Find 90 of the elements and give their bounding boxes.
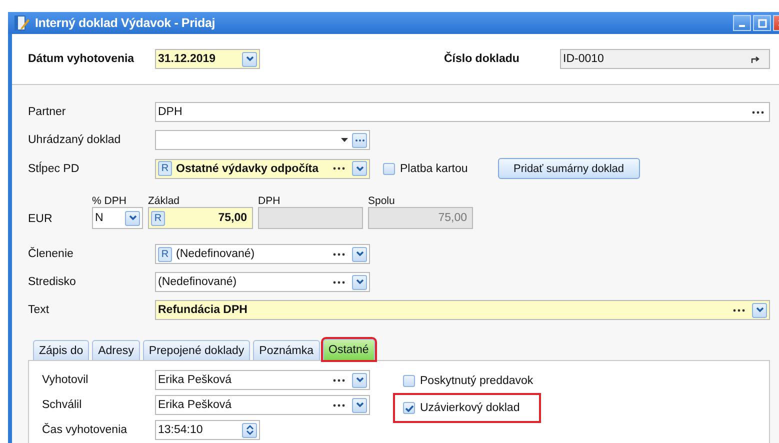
chevron-down-icon (756, 307, 764, 313)
chevron-down-icon (356, 251, 364, 257)
center-field[interactable]: (Nedefinované) (155, 272, 370, 292)
field-value: Refundácia DPH (158, 304, 248, 316)
field-label: Stĺpec PD (28, 162, 80, 174)
dropdown-button[interactable] (352, 246, 367, 262)
add-summary-button[interactable]: Pridať sumárny doklad (498, 158, 640, 179)
field-value: 75,00 (217, 212, 248, 224)
field-value: (Nedefinované) (176, 248, 256, 260)
vat-rate-select[interactable]: N (92, 207, 143, 229)
chevron-down-icon (128, 215, 136, 221)
more-icon[interactable] (333, 404, 345, 406)
dropdown-button[interactable] (352, 161, 367, 176)
person-field[interactable]: Erika Pešková (155, 395, 370, 415)
more-icon[interactable] (333, 280, 345, 284)
field-value: 75,00 (437, 212, 468, 224)
arrow-icon[interactable] (751, 54, 761, 64)
column-label: % DPH (92, 195, 128, 207)
chevron-down-icon (356, 377, 364, 383)
more-icon[interactable] (733, 308, 745, 312)
field-label: Text (28, 304, 50, 316)
tab[interactable]: Prepojené doklady (142, 340, 250, 360)
spinner-arrows-icon[interactable] (246, 425, 254, 435)
field-value: Erika Pešková (158, 399, 233, 411)
dropdown-button[interactable] (352, 372, 367, 388)
field-value: 13:54:10 (158, 424, 204, 436)
maximize-button[interactable] (753, 15, 771, 31)
more-icon[interactable] (752, 110, 764, 114)
card-payment-checkbox[interactable] (383, 162, 395, 174)
more-icon[interactable] (333, 252, 345, 256)
checkbox-label: Platba kartou (400, 162, 468, 174)
chevron-down-icon (356, 279, 364, 285)
field-value: (Nedefinované) (158, 276, 238, 288)
currency-label: EUR (28, 213, 54, 225)
field-label: Schválil (42, 399, 83, 411)
field-label: Stredisko (28, 276, 77, 288)
person-field[interactable]: Erika Pešková (155, 370, 370, 390)
type-badge: R (151, 210, 165, 226)
field-value: N (95, 212, 104, 224)
document-number-field[interactable]: ID-0010 (560, 49, 770, 69)
field-label: Dátum vyhotovenia (28, 53, 136, 65)
more-icon[interactable] (333, 167, 345, 170)
chevron-down-icon (356, 166, 364, 172)
checkbox-label: Uzávierkový doklad (420, 402, 520, 414)
field-label: Partner (28, 106, 67, 118)
text-field[interactable]: Refundácia DPH (155, 300, 770, 320)
column-label: Spolu (368, 195, 396, 207)
checkbox[interactable] (403, 375, 415, 387)
date-field[interactable]: 31.12.2019 (155, 49, 260, 69)
dropdown-button[interactable] (242, 52, 257, 66)
field-label: Číslo dokladu (444, 53, 520, 65)
checkbox-label: Poskytnutý preddavok (420, 375, 534, 387)
spinner-button[interactable] (242, 422, 257, 438)
dropdown-button[interactable] (752, 302, 767, 318)
column-label: DPH (258, 195, 282, 207)
field-label: Členenie (28, 248, 74, 260)
dropdown-button[interactable] (352, 274, 367, 290)
field-value: ID-0010 (563, 53, 605, 65)
field-value: DPH (158, 106, 184, 118)
checkbox[interactable] (403, 402, 415, 414)
field-label: Uhrádzaný doklad (28, 134, 122, 146)
chevron-down-icon (356, 402, 364, 408)
dropdown-button[interactable] (125, 210, 140, 226)
paid-document-field[interactable] (155, 130, 370, 150)
field-value: Ostatné výdavky odpočíta (176, 162, 320, 174)
time-field[interactable]: 13:54:10 (155, 420, 260, 440)
division-field[interactable]: R (Nedefinované) (155, 244, 370, 264)
document-pencil-icon (14, 15, 30, 31)
tab[interactable]: Adresy (92, 340, 140, 360)
field-value: 31.12.2019 (158, 53, 217, 65)
field-value: Erika Pešková (158, 374, 233, 386)
type-badge: R (158, 246, 172, 262)
more-button[interactable] (352, 132, 367, 148)
partner-field[interactable]: DPH (155, 102, 770, 122)
maximize-icon[interactable] (758, 18, 766, 28)
caret-icon[interactable] (341, 138, 348, 142)
tab[interactable]: Poznámka (253, 340, 320, 360)
field-label: Čas vyhotovenia (42, 424, 128, 436)
column-label: Základ (148, 195, 181, 207)
base-amount-field[interactable]: R 75,00 (148, 207, 253, 229)
more-icon[interactable] (333, 378, 345, 382)
field-label: Vyhotovil (42, 374, 90, 386)
chevron-down-icon (246, 56, 254, 62)
window-title: Interný doklad Výdavok - Pridaj (35, 16, 215, 30)
type-badge: R (158, 161, 172, 176)
tab[interactable]: Ostatné (322, 339, 375, 360)
minimize-button[interactable] (733, 15, 751, 31)
tab[interactable]: Zápis do (33, 340, 90, 360)
column-pd-field[interactable]: R Ostatné výdavky odpočíta (155, 158, 370, 178)
dropdown-button[interactable] (352, 398, 367, 412)
